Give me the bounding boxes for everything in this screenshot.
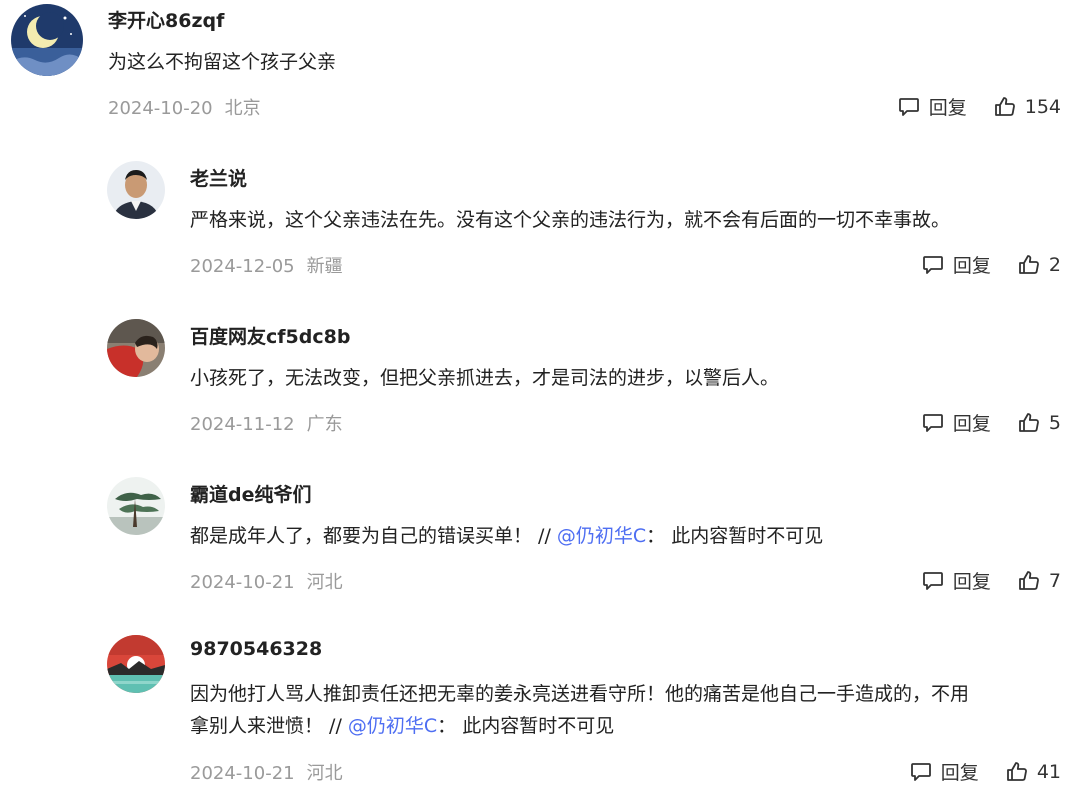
- username[interactable]: 老兰说: [190, 164, 247, 191]
- username[interactable]: 百度网友cf5dc8b: [190, 322, 350, 349]
- username[interactable]: 李开心86zqf: [108, 6, 224, 33]
- comment-actions: 回复 7: [921, 567, 1061, 594]
- reply-label: 回复: [952, 413, 991, 435]
- like-count: 5: [1048, 411, 1061, 434]
- comment-location: 广东: [306, 414, 343, 435]
- comment-meta: 2024-10-20 北京: [108, 94, 261, 120]
- quoted-content: ： 此内容暂时不可见: [437, 715, 615, 737]
- comment-date: 2024-10-20: [108, 98, 213, 119]
- comment-location: 新疆: [306, 256, 343, 277]
- thumbs-up-icon: [994, 96, 1015, 116]
- avatar[interactable]: [107, 161, 165, 219]
- comment-date: 2024-12-05: [190, 256, 295, 277]
- comment-date: 2024-10-21: [190, 572, 295, 593]
- comment-actions: 回复 41: [909, 758, 1061, 785]
- child-photo-avatar-icon: [107, 319, 165, 377]
- thumbs-up-icon: [1006, 761, 1027, 781]
- comment-meta: 2024-11-12 广东: [190, 410, 343, 436]
- man-portrait-avatar-icon: [107, 161, 165, 219]
- reply-button[interactable]: 回复: [897, 93, 967, 120]
- comment-body-line: 因为他打人骂人推卸责任还把无辜的姜永亮送进看守所！他的痛苦是他自己一手造成的，不…: [190, 683, 970, 705]
- username[interactable]: 霸道de纯爷们: [190, 480, 312, 507]
- comment-location: 河北: [306, 572, 343, 593]
- comment-text: 严格来说，这个父亲违法在先。没有这个父亲的违法行为，就不会有后面的一切不幸事故。: [190, 209, 951, 231]
- like-count: 154: [1024, 95, 1061, 118]
- comment-text: 小孩死了，无法改变，但把父亲抓进去，才是司法的进步，以警后人。: [190, 367, 780, 389]
- mention-link[interactable]: @仍初华C: [348, 715, 437, 737]
- thumbs-up-icon: [1019, 570, 1039, 590]
- reply-label: 回复: [940, 762, 979, 784]
- thumbs-up-icon: [1019, 254, 1039, 274]
- like-count: 41: [1036, 760, 1061, 783]
- like-button[interactable]: 5: [1017, 411, 1061, 435]
- comment-actions: 回复 154: [897, 93, 1061, 120]
- avatar[interactable]: [107, 477, 165, 535]
- reply-label: 回复: [952, 571, 991, 593]
- reply-icon: [898, 97, 919, 116]
- comment-location: 北京: [224, 98, 261, 119]
- like-button[interactable]: 41: [1005, 760, 1061, 784]
- like-button[interactable]: 2: [1017, 253, 1061, 277]
- reply-icon: [922, 413, 943, 432]
- reply-label: 回复: [928, 97, 967, 119]
- comment-meta: 2024-10-21 河北: [190, 568, 343, 594]
- like-count: 7: [1048, 569, 1061, 592]
- quoted-content: ： 此内容暂时不可见: [646, 525, 824, 547]
- comment-date: 2024-11-12: [190, 414, 295, 435]
- reply-button[interactable]: 回复: [921, 409, 991, 436]
- comment-location: 河北: [306, 763, 343, 784]
- comment-body: 都是成年人了，都要为自己的错误买单！ //: [190, 525, 551, 547]
- reply-icon: [910, 762, 931, 781]
- pine-tree-avatar-icon: [107, 477, 165, 535]
- comment-date: 2024-10-21: [190, 763, 295, 784]
- comment-meta: 2024-12-05 新疆: [190, 252, 343, 278]
- comment-text: 因为他打人骂人推卸责任还把无辜的姜永亮送进看守所！他的痛苦是他自己一手造成的，不…: [190, 678, 969, 742]
- reply-label: 回复: [952, 255, 991, 277]
- like-count: 2: [1048, 253, 1061, 276]
- comment-actions: 回复 5: [921, 409, 1061, 436]
- thumbs-up-icon: [1019, 412, 1039, 432]
- comment-actions: 回复 2: [921, 251, 1061, 278]
- mention-link[interactable]: @仍初华C: [557, 525, 646, 547]
- like-button[interactable]: 154: [993, 95, 1061, 119]
- sunset-sea-avatar-icon: [107, 635, 165, 693]
- moon-night-avatar-icon: [11, 4, 83, 76]
- avatar[interactable]: [107, 635, 165, 693]
- comment-text: 都是成年人了，都要为自己的错误买单！ // @仍初华C： 此内容暂时不可见: [190, 520, 823, 552]
- comment-body-line: 拿别人来泄愤！ //: [190, 715, 342, 737]
- reply-icon: [922, 571, 943, 590]
- reply-icon: [922, 255, 943, 274]
- like-button[interactable]: 7: [1017, 569, 1061, 593]
- comment-meta: 2024-10-21 河北: [190, 759, 343, 785]
- reply-button[interactable]: 回复: [921, 251, 991, 278]
- comment-text: 为这么不拘留这个孩子父亲: [108, 51, 337, 73]
- avatar[interactable]: [107, 319, 165, 377]
- username[interactable]: 9870546328: [190, 638, 322, 660]
- reply-button[interactable]: 回复: [909, 758, 979, 785]
- avatar[interactable]: [11, 4, 83, 76]
- comment-list: 李开心86zqf 为这么不拘留这个孩子父亲 2024-10-20 北京 回复 15…: [0, 0, 1091, 786]
- reply-button[interactable]: 回复: [921, 567, 991, 594]
